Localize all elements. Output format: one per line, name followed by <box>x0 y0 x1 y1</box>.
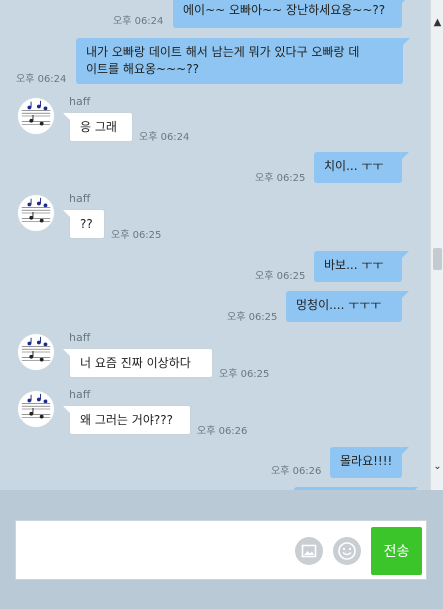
my-message-bubble[interactable]: 치이... ㅜㅜ <box>314 152 409 183</box>
my-message-bubble[interactable]: 바보... ㅜㅜ <box>314 251 409 282</box>
message-time: 오후 06:25 <box>255 271 306 282</box>
sender-name: haff <box>69 95 91 108</box>
message-time: 오후 06:25 <box>227 312 278 323</box>
message-text: 에이~~ 오빠아~~ 장난하세요옹~~?? <box>183 3 386 17</box>
message-time: 오후 06:24 <box>113 16 164 27</box>
avatar[interactable] <box>17 97 55 135</box>
my-message-bubble[interactable]: 에이~~ 오빠아~~ 장난하세요옹~~?? <box>173 0 409 28</box>
avatar[interactable] <box>17 390 55 428</box>
message-text: 바보... ㅜㅜ <box>324 258 384 272</box>
message-text-line: 이트를 해요옹~~~?? <box>86 62 199 76</box>
send-button[interactable]: 전송 <box>371 527 422 575</box>
emoji-button[interactable] <box>333 537 361 565</box>
message-time: 오후 06:25 <box>111 230 162 241</box>
sheet-music-avatar-icon <box>21 336 51 362</box>
image-icon <box>301 544 317 558</box>
message-text: ?? <box>80 217 93 231</box>
sheet-music-avatar-icon <box>21 100 51 126</box>
my-message-bubble[interactable]: 멍청이.... ㅜㅜㅜ <box>286 291 409 322</box>
other-message-bubble[interactable]: 왜 그러는 거야??? <box>63 405 191 435</box>
other-message-bubble[interactable]: 응 그래 <box>63 112 133 142</box>
message-time: 오후 06:25 <box>219 369 270 380</box>
chat-area[interactable]: 오후 06:24 에이~~ 오빠아~~ 장난하세요옹~~?? 오후 06:24 … <box>0 0 430 490</box>
message-time: 오후 06:26 <box>197 426 248 437</box>
message-text-line: 내가 오빠랑 데이트 해서 남는게 뭐가 있다구 오빠랑 데 <box>86 45 360 59</box>
sheet-music-avatar-icon <box>21 197 51 223</box>
emoji-icon <box>338 542 356 560</box>
avatar[interactable] <box>17 194 55 232</box>
message-text: 치이... ㅜㅜ <box>324 159 384 173</box>
my-message-bubble[interactable]: 내가 오빠랑 데이트 해서 남는게 뭐가 있다구 오빠랑 데 이트를 해요옹~~… <box>76 38 410 84</box>
message-text: 멍청이.... ㅜㅜㅜ <box>296 298 382 312</box>
message-time: 오후 06:24 <box>16 74 67 85</box>
my-message-bubble[interactable] <box>294 487 418 490</box>
scroll-thumb[interactable] <box>433 248 442 270</box>
scroll-down-icon[interactable]: ⌄ <box>431 460 443 474</box>
message-time: 오후 06:26 <box>271 466 322 477</box>
sender-name: haff <box>69 192 91 205</box>
scroll-up-icon[interactable]: ▲ <box>431 16 443 30</box>
message-time: 오후 06:25 <box>255 173 306 184</box>
message-text: 몰라요!!!! <box>340 454 393 468</box>
sender-name: haff <box>69 331 91 344</box>
message-text: 왜 그러는 거야??? <box>80 413 173 427</box>
other-message-bubble[interactable]: 너 요즘 진짜 이상하다 <box>63 348 213 378</box>
message-time: 오후 06:24 <box>139 132 190 143</box>
avatar[interactable] <box>17 333 55 371</box>
chat-scrollbar[interactable]: ▲ ⌄ <box>430 0 443 490</box>
sender-name: haff <box>69 388 91 401</box>
message-text: 너 요즘 진짜 이상하다 <box>80 356 191 370</box>
other-message-bubble[interactable]: ?? <box>63 209 105 239</box>
sheet-music-avatar-icon <box>21 393 51 419</box>
my-message-bubble[interactable]: 몰라요!!!! <box>330 447 409 478</box>
message-composer[interactable]: 전송 <box>15 520 427 580</box>
image-button[interactable] <box>295 537 323 565</box>
message-text: 응 그래 <box>80 120 117 134</box>
